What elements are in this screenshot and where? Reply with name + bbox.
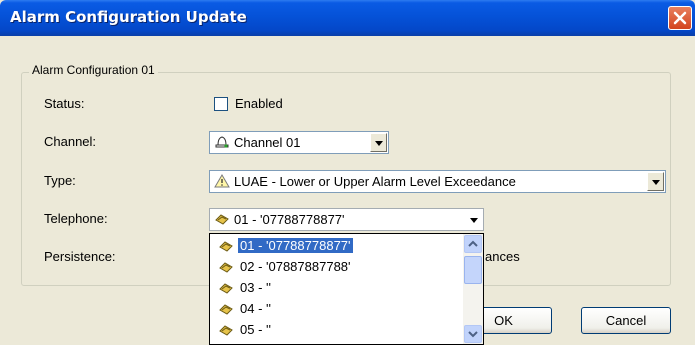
list-item-label: 01 - '07788778877' [238,238,353,253]
list-item[interactable]: 01 - '07788778877' [210,237,465,255]
telephone-icon [219,262,233,273]
list-item[interactable]: 02 - '07887887788' [210,258,465,276]
status-label: Status: [44,96,85,111]
channel-dropdown[interactable]: Channel 01 [209,131,389,154]
window-title: Alarm Configuration Update [10,8,247,26]
telephone-value: 01 - '07788778877' [234,212,345,227]
telephone-label: Telephone: [44,211,108,226]
list-item[interactable]: 05 - '' [210,321,465,339]
warning-triangle-icon [214,174,230,188]
telephone-icon [219,304,233,315]
telephone-dropdown[interactable]: 01 - '07788778877' [209,208,484,231]
persistence-value-partial: ances [485,249,520,264]
channel-dropdown-arrow[interactable] [370,133,387,152]
list-item[interactable]: 03 - '' [210,279,465,297]
close-button[interactable] [668,6,692,30]
list-item[interactable]: 04 - '' [210,300,465,318]
telephone-dropdown-arrow[interactable] [465,210,482,229]
type-value: LUAE - Lower or Upper Alarm Level Exceed… [234,174,516,189]
dialog-window: Alarm Configuration Update Alarm Configu… [0,0,695,345]
chevron-down-icon [468,331,478,338]
telephone-icon [219,283,233,294]
cancel-button[interactable]: Cancel [581,307,671,334]
scroll-up-button[interactable] [464,235,482,253]
telephone-icon [219,325,233,336]
telephone-icon [219,241,233,252]
list-item-label: 03 - '' [240,280,271,295]
persistence-label: Persistence: [44,249,116,264]
scroll-thumb[interactable] [464,256,482,284]
group-legend: Alarm Configuration 01 [29,63,158,77]
telephone-dropdown-list[interactable]: 01 - '07788778877' 02 - '07887887788' 03… [209,233,484,345]
telephone-icon [215,214,229,225]
type-dropdown[interactable]: LUAE - Lower or Upper Alarm Level Exceed… [209,170,666,193]
scroll-down-button[interactable] [464,325,482,343]
enabled-checkbox[interactable] [214,97,228,111]
channel-icon [215,136,229,148]
channel-label: Channel: [44,134,97,149]
type-label: Type: [44,173,76,188]
chevron-up-icon [468,240,478,247]
list-item-label: 02 - '07887887788' [240,259,351,274]
list-item-label: 05 - '' [240,322,271,337]
enabled-checkbox-label[interactable]: Enabled [235,96,283,111]
channel-value: Channel 01 [234,135,301,150]
list-scrollbar[interactable] [463,234,483,344]
title-bar[interactable]: Alarm Configuration Update [0,0,695,36]
close-icon [673,11,687,25]
list-item-label: 04 - '' [240,301,271,316]
type-dropdown-arrow[interactable] [647,172,664,191]
